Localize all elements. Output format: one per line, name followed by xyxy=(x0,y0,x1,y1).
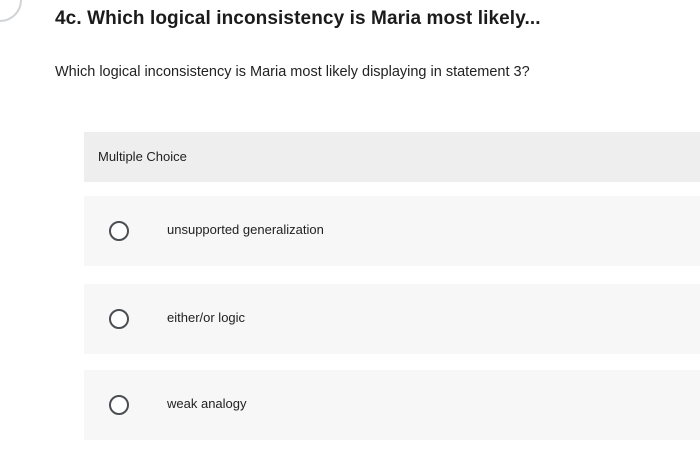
answer-option-weak-analogy[interactable]: weak analogy xyxy=(84,370,700,440)
answer-option-either-or-logic[interactable]: either/or logic xyxy=(84,284,700,354)
answer-option-label: unsupported generalization xyxy=(167,222,324,237)
corner-decoration xyxy=(0,0,22,22)
answer-option-label: weak analogy xyxy=(167,396,247,411)
question-type-label: Multiple Choice xyxy=(98,149,187,164)
radio-empty-icon[interactable] xyxy=(109,395,129,415)
radio-empty-icon[interactable] xyxy=(109,309,129,329)
radio-empty-icon[interactable] xyxy=(109,221,129,241)
question-title: 4c. Which logical inconsistency is Maria… xyxy=(55,8,541,29)
question-prompt: Which logical inconsistency is Maria mos… xyxy=(55,64,530,80)
multiple-choice-header: Multiple Choice xyxy=(84,132,700,182)
answer-option-label: either/or logic xyxy=(167,310,246,325)
answer-option-unsupported-generalization[interactable]: unsupported generalization xyxy=(84,196,700,266)
